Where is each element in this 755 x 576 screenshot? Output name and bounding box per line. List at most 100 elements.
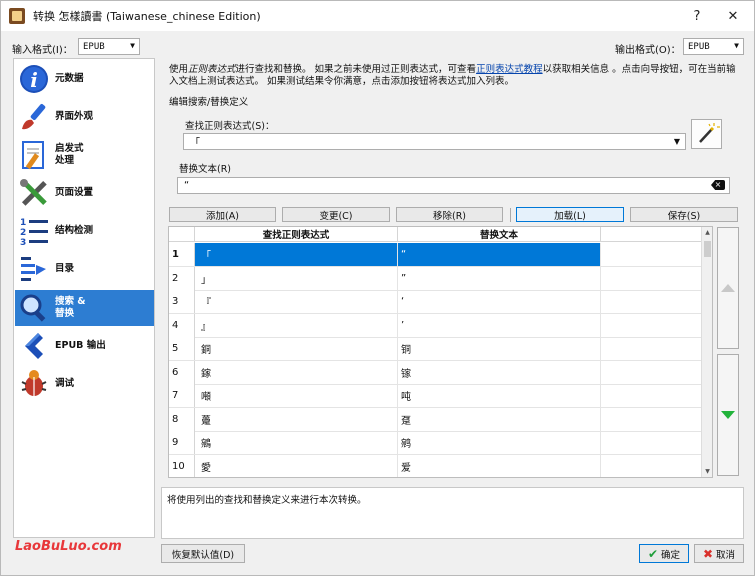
replace-cell[interactable]: ‘ — [398, 290, 601, 313]
table-row[interactable]: 2」” — [169, 266, 712, 291]
input-format-label: 输入格式(I)： — [12, 45, 73, 56]
sidebar-item-label: 调试 — [55, 378, 75, 389]
move-down-button[interactable] — [717, 354, 739, 476]
find-regex-input[interactable]: 「 ▼ — [183, 133, 686, 150]
sidebar-item-look-feel[interactable]: 界面外观 — [15, 99, 154, 135]
info-icon: i — [18, 63, 50, 95]
bug-icon — [18, 368, 50, 400]
status-message: 将使用列出的查找和替换定义来进行本次转换。 — [161, 487, 744, 539]
app-book-icon — [9, 8, 25, 24]
cancel-button[interactable]: ✖ 取消 — [694, 544, 744, 563]
row-number[interactable]: 7 — [169, 384, 195, 407]
find-cell[interactable]: 』 — [195, 313, 398, 337]
paintbrush-icon — [18, 101, 50, 133]
row-number[interactable]: 5 — [169, 337, 195, 360]
close-button[interactable]: ✕ — [715, 1, 751, 31]
scroll-up-icon[interactable]: ▲ — [702, 227, 713, 238]
svg-text:1: 1 — [20, 218, 26, 228]
sidebar-item-page-setup[interactable]: 页面设置 — [15, 175, 154, 211]
replace-cell[interactable]: “ — [398, 243, 601, 266]
replace-cell[interactable]: 镓 — [398, 360, 601, 384]
find-cell[interactable]: 」 — [195, 266, 398, 290]
chevron-down-icon[interactable]: ▼ — [674, 137, 680, 146]
sidebar-item-epub-output[interactable]: EPUB 输出 — [15, 328, 154, 364]
replace-cell[interactable]: 鹓 — [398, 431, 601, 454]
table-row[interactable]: 7噸吨 — [169, 384, 712, 408]
save-button[interactable]: 保存(S) — [630, 207, 738, 222]
sidebar-item-label: 搜索 & 替换 — [55, 296, 86, 319]
window-title: 转换 怎樣讀書 (Taiwanese_chinese Edition) — [33, 10, 261, 23]
find-cell[interactable]: 噸 — [195, 384, 398, 407]
numbered-list-icon: 123 — [18, 215, 50, 248]
restore-defaults-button[interactable]: 恢复默认值(D) — [161, 544, 245, 563]
column-header-replace[interactable]: 替换文本 — [398, 227, 601, 241]
column-header-find[interactable]: 查找正则表达式 — [195, 227, 398, 241]
output-format-select[interactable]: EPUB ▼ — [683, 38, 744, 55]
row-number[interactable]: 4 — [169, 313, 195, 337]
sidebar-item-label: EPUB 输出 — [55, 340, 106, 351]
close-icon: ✕ — [727, 8, 739, 24]
sidebar-item-search-replace[interactable]: 搜索 & 替换 — [15, 290, 154, 326]
row-number[interactable]: 9 — [169, 431, 195, 454]
tools-icon — [18, 177, 50, 209]
find-cell[interactable]: 『 — [195, 290, 398, 313]
help-button[interactable]: ? — [679, 1, 715, 31]
regex-tutorial-link[interactable]: 正则表达式教程 — [476, 64, 543, 75]
replace-text-label: 替换文本(R) — [179, 164, 232, 175]
change-button[interactable]: 变更(C) — [282, 207, 390, 222]
replace-cell[interactable]: ” — [398, 266, 601, 290]
sidebar-item-label: 元数据 — [55, 73, 84, 84]
input-format-select[interactable]: EPUB ▼ — [78, 38, 140, 55]
sidebar-item-debug[interactable]: 调试 — [15, 366, 154, 402]
find-cell[interactable]: 躉 — [195, 407, 398, 431]
replace-cell[interactable]: 爱 — [398, 454, 601, 477]
find-cell[interactable]: 鎵 — [195, 360, 398, 384]
row-number[interactable]: 8 — [169, 407, 195, 431]
row-number[interactable]: 1 — [169, 243, 195, 266]
table-row[interactable]: 5銅铜 — [169, 337, 712, 361]
add-button[interactable]: 添加(A) — [169, 207, 276, 222]
find-cell[interactable]: 鵷 — [195, 431, 398, 454]
replace-text-input[interactable]: “ — [177, 177, 730, 194]
table-row[interactable]: 6鎵镓 — [169, 360, 712, 385]
find-regex-label: 查找正则表达式(S)： — [185, 121, 275, 132]
replace-cell[interactable]: 铜 — [398, 337, 601, 360]
table-row[interactable]: 4』’ — [169, 313, 712, 338]
move-up-button[interactable] — [717, 227, 739, 349]
watermark-logo: LaoBuLuo.com — [15, 539, 122, 554]
table-row[interactable]: 9鵷鹓 — [169, 431, 712, 455]
find-cell[interactable]: 銅 — [195, 337, 398, 360]
row-number[interactable]: 2 — [169, 266, 195, 290]
arrow-up-icon — [721, 284, 735, 292]
chevron-left-icon — [18, 330, 50, 362]
rules-table[interactable]: 查找正则表达式 替换文本 1 「“2」” 3 『‘4』’ 5 銅铜 6 鎵镓 7 噸吨 8 躉趸 9 鵷鹓… — [168, 226, 713, 478]
table-row[interactable]: 8躉趸 — [169, 407, 712, 432]
row-number[interactable]: 6 — [169, 360, 195, 384]
input-format-value: EPUB — [83, 41, 105, 52]
table-row[interactable]: 1 「“ — [169, 243, 712, 267]
load-button[interactable]: 加载(L) — [516, 207, 624, 222]
table-row[interactable]: 3 『‘ — [169, 290, 712, 314]
replace-cell[interactable]: 趸 — [398, 407, 601, 431]
row-number[interactable]: 10 — [169, 454, 195, 477]
replace-cell[interactable]: ’ — [398, 313, 601, 337]
svg-text:i: i — [30, 68, 38, 92]
sidebar-item-metadata[interactable]: i 元数据 — [15, 61, 154, 97]
table-scrollbar[interactable]: ▲ ▼ — [701, 227, 712, 477]
sidebar-item-structure[interactable]: 123 结构检测 — [15, 213, 154, 249]
table-row[interactable]: 10 愛爱 — [169, 454, 712, 477]
find-cell[interactable]: 愛 — [195, 454, 398, 477]
sidebar-item-heuristics[interactable]: 启发式 处理 — [15, 137, 154, 173]
remove-button[interactable]: 移除(R) — [396, 207, 503, 222]
scroll-down-icon[interactable]: ▼ — [702, 466, 713, 477]
sidebar-item-toc[interactable]: 目录 — [15, 251, 154, 287]
replace-cell[interactable]: 吨 — [398, 384, 601, 407]
cancel-x-icon: ✖ — [702, 546, 714, 561]
scroll-thumb[interactable] — [704, 241, 711, 257]
svg-text:2: 2 — [20, 228, 26, 238]
regex-wizard-button[interactable] — [691, 119, 722, 149]
find-cell[interactable]: 「 — [195, 243, 398, 266]
ok-button[interactable]: ✔ 确定 — [639, 544, 689, 563]
help-icon: ? — [693, 8, 701, 24]
row-number[interactable]: 3 — [169, 290, 195, 313]
